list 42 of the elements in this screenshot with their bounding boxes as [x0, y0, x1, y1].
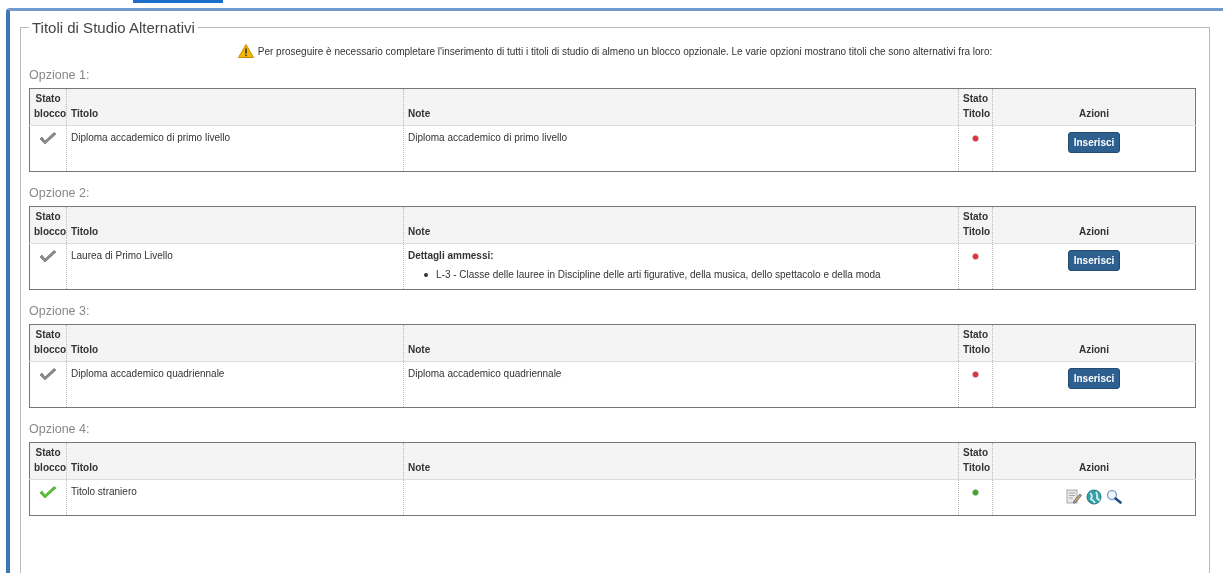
column-header: Note	[408, 462, 431, 473]
column-header: Note	[408, 226, 431, 237]
column-header: Stato Titolo	[963, 93, 991, 119]
insert-button[interactable]: Inserisci	[1067, 250, 1121, 271]
note-heading: Dettagli ammessi:	[408, 250, 494, 261]
globe-icon[interactable]	[1086, 489, 1102, 505]
warning-icon	[237, 44, 254, 58]
column-header: Stato blocco	[34, 447, 67, 473]
column-header: Note	[408, 108, 431, 119]
title-text: Titolo straniero	[71, 486, 137, 497]
option-label: Opzione 3:	[29, 304, 90, 318]
fieldset-legend: Titoli di Studio Alternativi	[29, 19, 198, 36]
column-header: Stato Titolo	[963, 329, 991, 355]
option-label: Opzione 4:	[29, 422, 90, 436]
title-text: Diploma accademico quadriennale	[71, 368, 225, 379]
edit-icon[interactable]	[1066, 489, 1082, 504]
note-text: Diploma accademico di primo livello	[408, 132, 567, 143]
option-label: Opzione 2:	[29, 186, 90, 200]
note-item: L-3 - Classe delle lauree in Discipline delle arti figurative, della musica, dello spettacolo e della moda	[436, 269, 881, 280]
column-header: Stato blocco	[34, 93, 67, 119]
column-header: Stato Titolo	[963, 447, 991, 473]
column-header: Stato Titolo	[963, 211, 991, 237]
column-header: Titolo	[71, 108, 99, 119]
column-header: Azioni	[1079, 344, 1109, 355]
column-header: Titolo	[71, 344, 99, 355]
note-text: Diploma accademico quadriennale	[408, 368, 562, 379]
column-header: Note	[408, 344, 431, 355]
insert-button[interactable]: Inserisci	[1067, 368, 1121, 389]
column-header: Titolo	[71, 462, 99, 473]
warning-message: Per proseguire è necessario completare l'inserimento di tutti i titoli di studio di almeno un blocco opzionale. Le varie opzioni mostrano titoli che sono alternativi fra loro:	[257, 45, 993, 57]
insert-button[interactable]: Inserisci	[1067, 132, 1121, 153]
search-icon[interactable]	[1106, 489, 1122, 504]
title-text: Laurea di Primo Livello	[71, 250, 173, 261]
column-header: Titolo	[71, 226, 99, 237]
bullet-icon	[424, 272, 428, 277]
column-header: Azioni	[1079, 462, 1109, 473]
column-header: Azioni	[1079, 226, 1109, 237]
column-header: Azioni	[1079, 108, 1109, 119]
title-text: Diploma accademico di primo livello	[71, 132, 230, 143]
column-header: Stato blocco	[34, 211, 67, 237]
column-header: Stato blocco	[34, 329, 67, 355]
option-label: Opzione 1:	[29, 68, 90, 82]
